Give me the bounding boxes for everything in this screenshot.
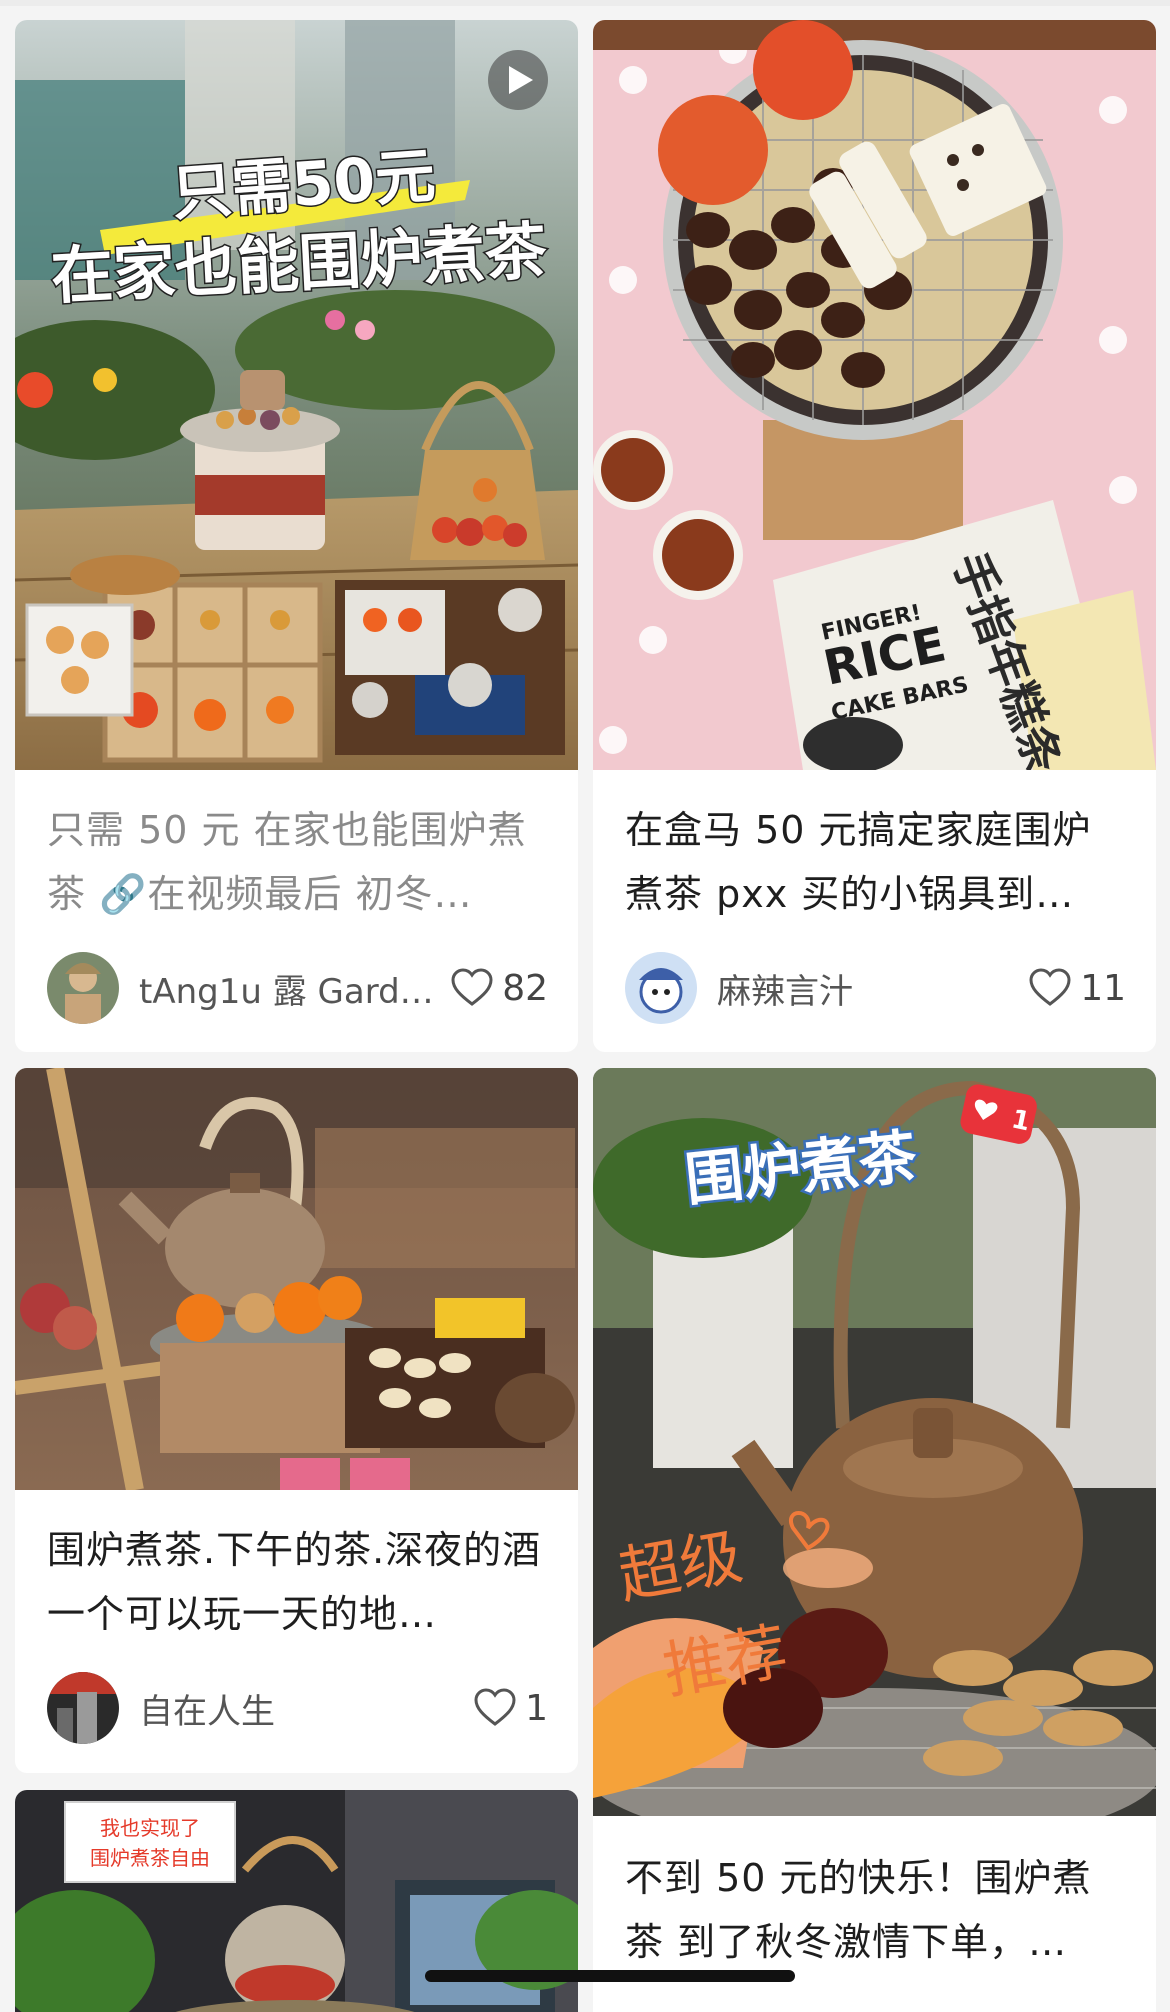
feed-card[interactable]: 只需50元 在家也能围炉煮茶 只需 50 元 在家也能围炉煮茶 🔗在视频最后 初… <box>15 20 578 1052</box>
like-button[interactable]: 82 <box>450 968 548 1009</box>
card-cover-image[interactable] <box>15 1068 578 1490</box>
card-title[interactable]: 在盒马 50 元搞定家庭围炉煮茶 pxx 买的小锅具到… <box>625 798 1126 926</box>
avatar[interactable] <box>625 952 697 1024</box>
author-name[interactable]: tAng1u 露 Gard… <box>139 964 438 1013</box>
like-button[interactable]: 1 <box>473 1688 548 1729</box>
divider <box>0 0 1170 6</box>
card-cover-image[interactable]: FINGER! RICE CAKE BARS 手指年糕条 <box>593 20 1156 770</box>
card-title[interactable]: 不到 50 元的快乐！围炉煮茶 到了秋冬激情下单，… <box>625 1846 1126 1974</box>
heart-icon <box>451 968 493 1006</box>
card-meta: 自在人生 1 <box>47 1672 548 1744</box>
avatar[interactable] <box>47 952 119 1024</box>
sticker-text: 围炉煮茶自由 <box>90 1846 210 1870</box>
card-title[interactable]: 围炉煮茶.下午的茶.深夜的酒 一个可以玩一天的地… <box>47 1518 548 1646</box>
like-count: 82 <box>502 967 548 1009</box>
feed-card[interactable]: 围炉煮茶.下午的茶.深夜的酒 一个可以玩一天的地… 自在人生 1 <box>15 1068 578 1773</box>
sticker-text: 我也实现了 <box>100 1816 200 1840</box>
card-cover-image[interactable]: 围炉煮茶 1 超级 推荐 <box>593 1068 1156 1816</box>
heart-icon <box>474 1688 516 1726</box>
card-cover-image[interactable]: 只需50元 在家也能围炉煮茶 <box>15 20 578 770</box>
feed-card[interactable]: 围炉煮茶 1 超级 推荐 不到 50 元的快乐！围炉煮茶 到了秋冬激情下单，… <box>593 1068 1156 2012</box>
video-play-icon <box>488 50 548 110</box>
feed-card[interactable]: FINGER! RICE CAKE BARS 手指年糕条 在盒马 50 元搞定家… <box>593 20 1156 1052</box>
card-title[interactable]: 只需 50 元 在家也能围炉煮茶 🔗在视频最后 初冬… <box>47 798 548 926</box>
home-indicator[interactable] <box>425 1970 795 1982</box>
author-name[interactable]: 自在人生 <box>139 1684 461 1733</box>
like-button[interactable]: 11 <box>1028 968 1126 1009</box>
author-name[interactable]: 麻辣言汁 <box>717 964 1016 1013</box>
heart-icon <box>1029 968 1071 1006</box>
like-count: 1 <box>525 1687 548 1729</box>
card-meta: tAng1u 露 Gard… 82 <box>47 952 548 1024</box>
avatar[interactable] <box>47 1672 119 1744</box>
feed: 只需50元 在家也能围炉煮茶 只需 50 元 在家也能围炉煮茶 🔗在视频最后 初… <box>0 0 1170 2012</box>
like-count: 11 <box>1080 967 1126 1009</box>
card-meta: 麻辣言汁 11 <box>625 952 1126 1024</box>
